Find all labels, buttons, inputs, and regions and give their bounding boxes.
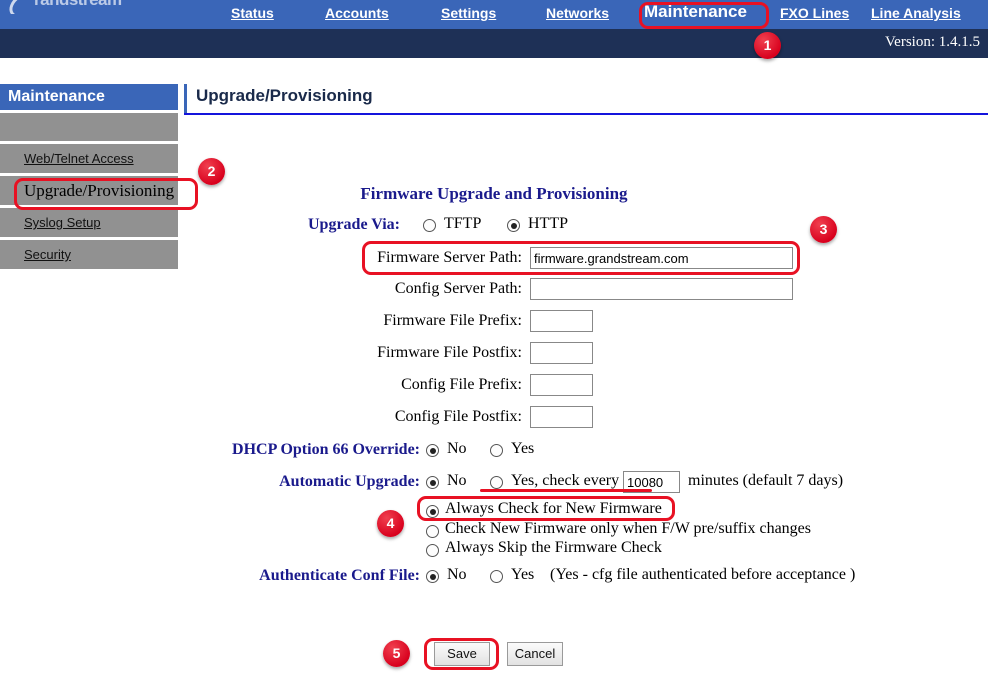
radio-label-dhcp-66-no[interactable]: No xyxy=(447,440,467,458)
authenticate-conf-file-note: (Yes - cfg file authenticated before acc… xyxy=(550,566,856,583)
check-interval-minutes-input[interactable] xyxy=(623,471,680,493)
radio-label-http[interactable]: HTTP xyxy=(528,215,568,233)
version-text: Version: 1.4.1.5 xyxy=(885,34,980,50)
radio-label-authenticate-conf-yes[interactable]: Yes xyxy=(511,566,534,584)
annotation-badge-5: 5 xyxy=(383,640,410,667)
radio-always-skip-firmware-check[interactable] xyxy=(426,544,439,557)
firmware-file-prefix-input[interactable] xyxy=(530,310,593,332)
page-title-underline xyxy=(184,113,988,115)
logo-wordmark: randstream xyxy=(34,0,122,10)
nav-item-status[interactable]: Status xyxy=(231,5,274,21)
sidebar-item-syslog-setup[interactable]: Syslog Setup xyxy=(0,208,178,237)
radio-label-dhcp-66-yes[interactable]: Yes xyxy=(511,440,534,458)
sidebar-item-label: Syslog Setup xyxy=(24,215,101,230)
sidebar-item-label: Security xyxy=(24,247,71,262)
label-upgrade-via: Upgrade Via: xyxy=(308,216,400,233)
radio-upgrade-via-tftp[interactable] xyxy=(423,219,436,232)
grandstream-logo: randstream xyxy=(8,0,188,14)
page-title: Upgrade/Provisioning xyxy=(196,86,373,105)
nav-item-maintenance[interactable]: Maintenance xyxy=(644,2,747,22)
radio-authenticate-conf-yes[interactable] xyxy=(490,570,503,583)
automatic-upgrade-suffix-text: minutes (default 7 days) xyxy=(688,472,844,489)
radio-label-authenticate-conf-no[interactable]: No xyxy=(447,566,467,584)
annotation-badge-2: 2 xyxy=(198,158,225,185)
radio-label-tftp[interactable]: TFTP xyxy=(444,215,481,233)
radio-label-always-skip-firmware-check[interactable]: Always Skip the Firmware Check xyxy=(445,539,662,557)
sidebar-title: Maintenance xyxy=(0,84,178,110)
sidebar-item-blank xyxy=(0,113,178,141)
radio-dhcp-66-no[interactable] xyxy=(426,444,439,457)
label-dhcp-option-66-override: DHCP Option 66 Override: xyxy=(232,441,420,458)
firmware-file-postfix-input[interactable] xyxy=(530,342,593,364)
sidebar-item-web-telnet-access[interactable]: Web/Telnet Access xyxy=(0,144,178,173)
save-button[interactable]: Save xyxy=(434,642,490,666)
radio-always-check-for-new-firmware[interactable] xyxy=(426,505,439,518)
label-automatic-upgrade: Automatic Upgrade: xyxy=(279,473,420,490)
nav-item-fxo-lines[interactable]: FXO Lines xyxy=(780,5,849,21)
config-file-prefix-input[interactable] xyxy=(530,374,593,396)
annotation-badge-4: 4 xyxy=(377,510,404,537)
page-title-accent xyxy=(184,84,187,113)
radio-label-check-new-firmware-on-prefix-change[interactable]: Check New Firmware only when F/W pre/suf… xyxy=(445,520,811,538)
cancel-button[interactable]: Cancel xyxy=(507,642,563,666)
version-bar: Version: 1.4.1.5 xyxy=(0,29,988,58)
radio-authenticate-conf-no[interactable] xyxy=(426,570,439,583)
radio-label-always-check-for-new-firmware[interactable]: Always Check for New Firmware xyxy=(445,500,662,518)
label-config-server-path: Config Server Path: xyxy=(394,280,522,297)
sidebar: Maintenance Web/Telnet Access Upgrade/Pr… xyxy=(0,84,178,269)
nav-item-networks[interactable]: Networks xyxy=(546,5,609,21)
radio-label-automatic-upgrade-no[interactable]: No xyxy=(447,472,467,490)
config-server-path-input[interactable] xyxy=(530,278,793,300)
sidebar-item-security[interactable]: Security xyxy=(0,240,178,269)
radio-automatic-upgrade-yes[interactable] xyxy=(490,476,503,489)
label-firmware-file-postfix: Firmware File Postfix: xyxy=(377,344,522,361)
label-authenticate-conf-file: Authenticate Conf File: xyxy=(259,567,420,584)
label-firmware-server-path: Firmware Server Path: xyxy=(377,249,522,266)
sidebar-item-label: Web/Telnet Access xyxy=(24,151,134,166)
config-file-postfix-input[interactable] xyxy=(530,406,593,428)
nav-item-line-analysis[interactable]: Line Analysis xyxy=(871,5,961,21)
label-config-file-prefix: Config File Prefix: xyxy=(401,376,522,393)
nav-item-accounts[interactable]: Accounts xyxy=(325,5,389,21)
radio-upgrade-via-http[interactable] xyxy=(507,219,520,232)
radio-dhcp-66-yes[interactable] xyxy=(490,444,503,457)
annotation-badge-3: 3 xyxy=(810,216,837,243)
top-navigation-bar: randstream Status Accounts Settings Netw… xyxy=(0,0,988,29)
firmware-server-path-input[interactable] xyxy=(530,247,793,269)
radio-label-automatic-upgrade-yes[interactable]: Yes, check every xyxy=(511,472,619,490)
form-heading: Firmware Upgrade and Provisioning xyxy=(360,184,628,203)
nav-item-settings[interactable]: Settings xyxy=(441,5,496,21)
label-firmware-file-prefix: Firmware File Prefix: xyxy=(383,312,522,329)
label-config-file-postfix: Config File Postfix: xyxy=(394,408,522,425)
radio-automatic-upgrade-no[interactable] xyxy=(426,476,439,489)
radio-check-new-firmware-on-prefix-change[interactable] xyxy=(426,525,439,538)
